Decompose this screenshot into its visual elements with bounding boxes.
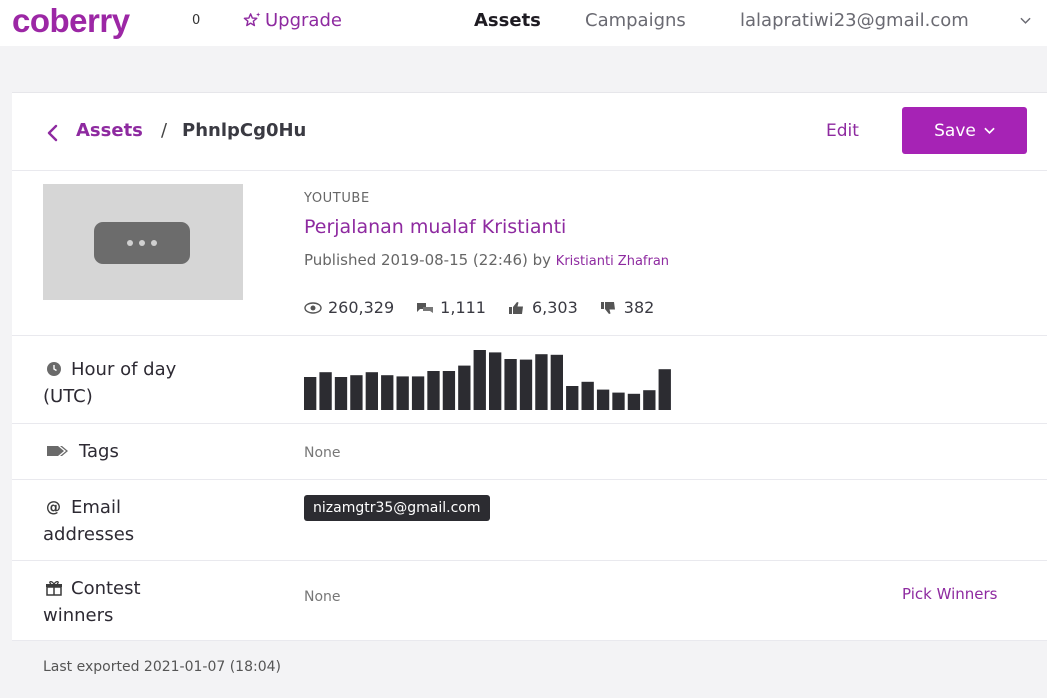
hour-bar-1 <box>319 372 332 410</box>
likes-count: 6,303 <box>531 298 578 317</box>
video-summary: YOUTUBE Perjalanan mualaf Kristianti Pub… <box>12 171 1047 336</box>
last-exported-text: Last exported 2021-01-07 (18:04) <box>43 659 281 675</box>
breadcrumb-current-asset: PhnlpCg0Hu <box>182 120 307 141</box>
hour-bar-22 <box>643 390 656 410</box>
thumbs-up-icon <box>508 301 523 314</box>
video-placeholder-icon <box>94 222 190 264</box>
email-addresses-label: @ Email addresses <box>43 497 135 545</box>
hour-bar-18 <box>581 381 594 410</box>
svg-text:@: @ <box>46 499 61 515</box>
video-title-link[interactable]: Perjalanan mualaf Kristianti <box>304 216 566 238</box>
hour-bar-7 <box>411 376 425 410</box>
contest-winners-row: Contest winners None Pick Winners <box>12 561 1047 641</box>
hour-bar-3 <box>350 375 363 410</box>
at-sign-icon: @ <box>46 498 61 516</box>
comments-count: 1,111 <box>440 298 486 317</box>
views-count: 260,329 <box>328 298 395 317</box>
contest-winners-value: None <box>304 589 341 605</box>
video-platform: YOUTUBE <box>304 191 370 206</box>
tag-icon <box>47 446 68 456</box>
notification-count[interactable]: 0 <box>192 13 200 28</box>
hour-bar-21 <box>627 393 641 410</box>
top-navigation-bar: coberry 0 Upgrade Assets Campaigns lalap… <box>0 0 1047 46</box>
tags-value: None <box>304 445 341 461</box>
hour-bar-23 <box>658 369 671 410</box>
sparkle-star-icon <box>243 12 261 27</box>
nav-campaigns[interactable]: Campaigns <box>585 10 686 31</box>
hour-of-day-label: Hour of day (UTC) <box>43 359 177 407</box>
card-header: Assets / PhnlpCg0Hu Edit Save <box>12 93 1047 171</box>
clock-icon <box>47 362 61 376</box>
gift-icon <box>46 581 62 596</box>
hour-bar-15 <box>535 354 548 410</box>
hour-bar-16 <box>550 354 563 410</box>
views-stat: 260,329 <box>304 298 394 317</box>
hour-bar-9 <box>442 371 456 410</box>
hour-bar-10 <box>458 365 471 410</box>
hour-bar-12 <box>489 352 502 410</box>
published-date: Published 2019-08-15 (22:46) by <box>304 251 556 269</box>
video-stats: 260,329 1,111 6,303 382 <box>304 298 676 317</box>
hour-bar-0 <box>304 377 317 410</box>
breadcrumb-assets-link[interactable]: Assets <box>76 120 143 141</box>
save-button-label: Save <box>934 120 976 141</box>
hour-bar-14 <box>519 359 533 410</box>
chevron-down-icon <box>984 127 995 134</box>
back-chevron-icon[interactable] <box>46 124 58 142</box>
dislikes-stat: 382 <box>600 298 655 317</box>
email-addresses-row: @ Email addresses nizamgtr35@gmail.com <box>12 480 1047 561</box>
edit-button[interactable]: Edit <box>826 121 859 141</box>
nav-assets[interactable]: Assets <box>474 10 541 31</box>
hour-of-day-row: Hour of day (UTC) <box>12 336 1047 424</box>
hour-bar-4 <box>365 372 378 410</box>
video-thumbnail[interactable] <box>43 184 243 300</box>
dislikes-count: 382 <box>623 298 655 317</box>
hour-bar-20 <box>612 392 625 410</box>
upgrade-link[interactable]: Upgrade <box>243 10 342 31</box>
comments-icon <box>417 302 434 313</box>
comments-stat: 1,111 <box>416 298 486 317</box>
hour-bar-8 <box>427 371 440 410</box>
tags-row: Tags None <box>12 424 1047 480</box>
chevron-down-icon[interactable] <box>1020 17 1031 25</box>
thumbs-down-icon <box>600 301 615 314</box>
hour-bar-19 <box>596 389 610 410</box>
hour-bar-6 <box>396 376 409 410</box>
author-link[interactable]: Kristianti Zhafran <box>556 254 669 269</box>
hour-bar-5 <box>381 375 394 410</box>
card-footer: Last exported 2021-01-07 (18:04) <box>12 641 1047 697</box>
pick-winners-link[interactable]: Pick Winners <box>902 585 997 603</box>
likes-stat: 6,303 <box>508 298 578 317</box>
save-button[interactable]: Save <box>902 107 1027 154</box>
asset-detail-card: Assets / PhnlpCg0Hu Edit Save YOUTUBE Pe… <box>12 92 1047 697</box>
eye-icon <box>304 301 322 314</box>
tags-label: Tags <box>43 438 243 465</box>
coberry-logo[interactable]: coberry <box>12 2 130 40</box>
hour-bar-17 <box>566 386 579 410</box>
hour-bar-13 <box>504 359 517 410</box>
breadcrumb-separator: / <box>161 120 168 141</box>
contest-winners-label: Contest winners <box>43 578 141 626</box>
user-account-menu[interactable]: lalapratiwi23@gmail.com <box>740 10 969 31</box>
hour-of-day-histogram <box>304 350 671 410</box>
hour-bar-11 <box>473 350 486 410</box>
upgrade-label: Upgrade <box>265 10 342 31</box>
published-info: Published 2019-08-15 (22:46) by Kristian… <box>304 251 669 269</box>
email-chip[interactable]: nizamgtr35@gmail.com <box>304 495 490 521</box>
hour-bar-2 <box>334 377 348 410</box>
